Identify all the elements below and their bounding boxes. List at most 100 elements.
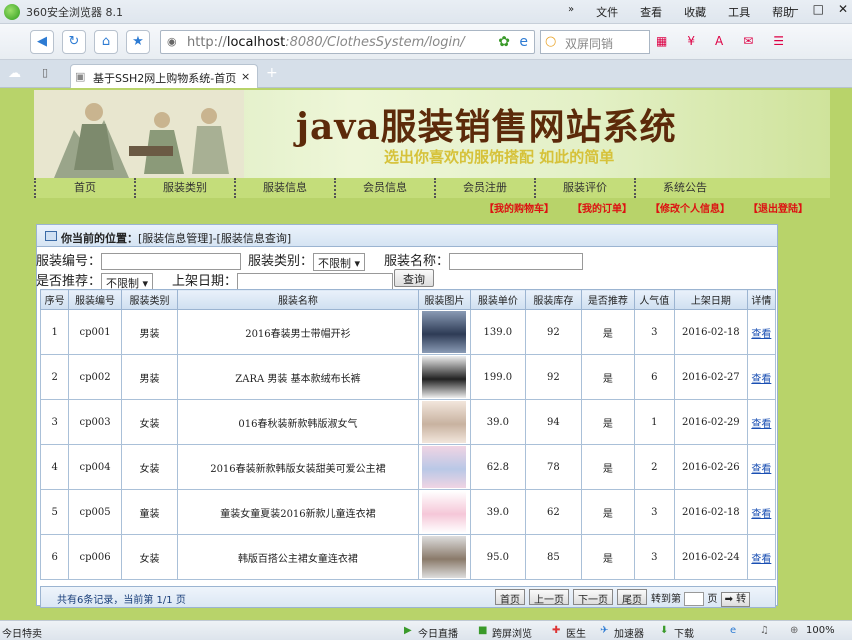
sidebar-icon[interactable]: ▯ — [42, 66, 48, 79]
cell-type: 男装 — [120, 309, 179, 355]
cell-code: cp004 — [68, 444, 122, 490]
status-cross-screen[interactable]: 跨屏浏览 — [492, 625, 532, 640]
nav-member-info[interactable]: 会员信息 — [334, 178, 434, 198]
menu-favorites[interactable]: 收藏 — [684, 4, 706, 20]
page-suffix: 页 — [707, 594, 718, 605]
type-select[interactable]: 不限制 ▾ — [313, 252, 366, 271]
cell-date: 2016-02-24 — [674, 534, 748, 580]
status-accelerator[interactable]: 加速器 — [614, 625, 644, 640]
cell-no: 4 — [39, 444, 70, 490]
prev-page-button[interactable]: 上一页 — [529, 589, 569, 606]
query-button[interactable]: 查询 — [394, 269, 434, 287]
tab-active[interactable]: ▣ 基于SSH2网上购物系统-首页 × — [70, 64, 258, 88]
page-input[interactable] — [684, 592, 705, 606]
nav-clothes-info[interactable]: 服装信息 — [234, 178, 334, 198]
refresh-icon[interactable]: ↻ — [62, 30, 86, 54]
cell-recommend: 是 — [581, 309, 635, 355]
engine-icon[interactable]: e — [519, 34, 528, 50]
status-doctor[interactable]: 医生 — [566, 625, 586, 640]
status-today-deals[interactable]: 今日特卖 — [2, 625, 42, 640]
home-icon[interactable]: ⌂ — [94, 30, 118, 54]
detail-link[interactable]: 查看 — [751, 419, 771, 430]
detail-link[interactable]: 查看 — [751, 554, 771, 565]
tools-icon[interactable]: ☰ — [773, 34, 784, 50]
cell-type: 女装 — [120, 534, 179, 580]
clothes-image[interactable] — [422, 536, 467, 578]
zoom-level[interactable]: 100% — [806, 625, 835, 636]
cell-code: cp002 — [68, 354, 122, 400]
nav-notices[interactable]: 系统公告 — [634, 178, 734, 198]
first-page-button[interactable]: 首页 — [495, 589, 525, 606]
cell-recommend: 是 — [581, 534, 635, 580]
date-input[interactable] — [237, 273, 394, 290]
close-icon[interactable]: ✕ — [838, 2, 848, 16]
cell-name: 2016春装新款韩版女装甜美可爱公主裙 — [177, 444, 419, 490]
col-image: 服装图片 — [417, 289, 472, 310]
col-detail: 详情 — [746, 289, 777, 310]
go-button[interactable]: ➡ 转 — [720, 592, 751, 607]
col-no: 序号 — [39, 289, 70, 310]
menu-tools[interactable]: 工具 — [728, 4, 750, 20]
nav-categories[interactable]: 服装类别 — [134, 178, 234, 198]
cloud-icon[interactable]: ☁ — [8, 66, 21, 81]
mail-icon[interactable]: ✉ — [743, 34, 753, 50]
next-page-button[interactable]: 下一页 — [573, 589, 613, 606]
browser-titlebar: 360安全浏览器 8.1 » 文件 查看 收藏 工具 帮助 — □ ✕ — [0, 0, 852, 24]
link-cart[interactable]: 【我的购物车】 — [484, 200, 554, 215]
cell-no: 6 — [39, 534, 70, 580]
new-tab-icon[interactable]: + — [266, 65, 278, 81]
nav-reviews[interactable]: 服装评价 — [534, 178, 634, 198]
clothes-image[interactable] — [422, 446, 467, 488]
address-bar[interactable]: ◉ http://localhost:8080/ClothesSystem/lo… — [160, 30, 535, 54]
menu-view[interactable]: 查看 — [640, 4, 662, 20]
minimize-icon[interactable]: — — [787, 2, 799, 16]
col-name: 服装名称 — [177, 289, 419, 310]
detail-link[interactable]: 查看 — [751, 464, 771, 475]
search-box[interactable]: ○ 双屏同销 — [540, 30, 650, 54]
maximize-icon[interactable]: □ — [813, 2, 824, 16]
menu-file[interactable]: 文件 — [596, 4, 618, 20]
nav-register[interactable]: 会员注册 — [434, 178, 534, 198]
detail-link[interactable]: 查看 — [751, 374, 771, 385]
clothes-image[interactable] — [422, 356, 467, 398]
name-input[interactable] — [449, 253, 584, 270]
cell-detail: 查看 — [746, 399, 777, 445]
cell-type: 男装 — [120, 354, 179, 400]
link-orders[interactable]: 【我的订单】 — [572, 200, 632, 215]
col-type: 服装类别 — [120, 289, 179, 310]
table-row: 2 cp002 男装 ZARA 男装 基本款绒布长裤 199.0 92 是 6 2016-02-… — [39, 354, 777, 400]
cell-price: 62.8 — [470, 444, 526, 490]
cell-popularity: 1 — [633, 399, 676, 445]
apps-icon[interactable]: ▦ — [656, 34, 667, 50]
user-nav: 【我的购物车】 【我的订单】 【修改个人信息】 【退出登陆】 — [484, 200, 808, 215]
status-download[interactable]: 下载 — [674, 625, 694, 640]
tab-title: 基于SSH2网上购物系统-首页 — [93, 72, 237, 85]
detail-link[interactable]: 查看 — [751, 329, 771, 340]
download-icon: ⬇ — [660, 625, 669, 636]
status-live[interactable]: 今日直播 — [418, 625, 458, 640]
col-price: 服装单价 — [470, 289, 526, 310]
volume-icon[interactable]: ♫ — [760, 625, 769, 636]
back-icon[interactable]: ◀ — [30, 30, 54, 54]
clothes-image[interactable] — [422, 491, 467, 533]
cell-recommend: 是 — [581, 399, 635, 445]
code-label: 服装编号： — [36, 254, 102, 269]
money-icon[interactable]: ¥ — [687, 34, 695, 50]
code-input[interactable] — [101, 253, 242, 270]
recommend-select[interactable]: 不限制 ▾ — [101, 272, 154, 291]
nav-home[interactable]: 首页 — [34, 178, 134, 198]
link-logout[interactable]: 【退出登陆】 — [748, 200, 808, 215]
last-page-button[interactable]: 尾页 — [617, 589, 647, 606]
menu-more-icon[interactable]: » — [568, 4, 574, 20]
clothes-image[interactable] — [422, 311, 467, 353]
cell-code: cp003 — [68, 399, 122, 445]
star-icon[interactable]: ★ — [126, 30, 150, 54]
cell-type: 童装 — [120, 489, 179, 535]
search-icon: ○ — [545, 34, 557, 49]
detail-link[interactable]: 查看 — [751, 509, 771, 520]
tab-close-icon[interactable]: × — [241, 70, 250, 83]
clothes-image[interactable] — [422, 401, 467, 443]
translate-icon[interactable]: A — [715, 34, 723, 50]
cell-no: 3 — [39, 399, 70, 445]
link-edit-profile[interactable]: 【修改个人信息】 — [650, 200, 730, 215]
